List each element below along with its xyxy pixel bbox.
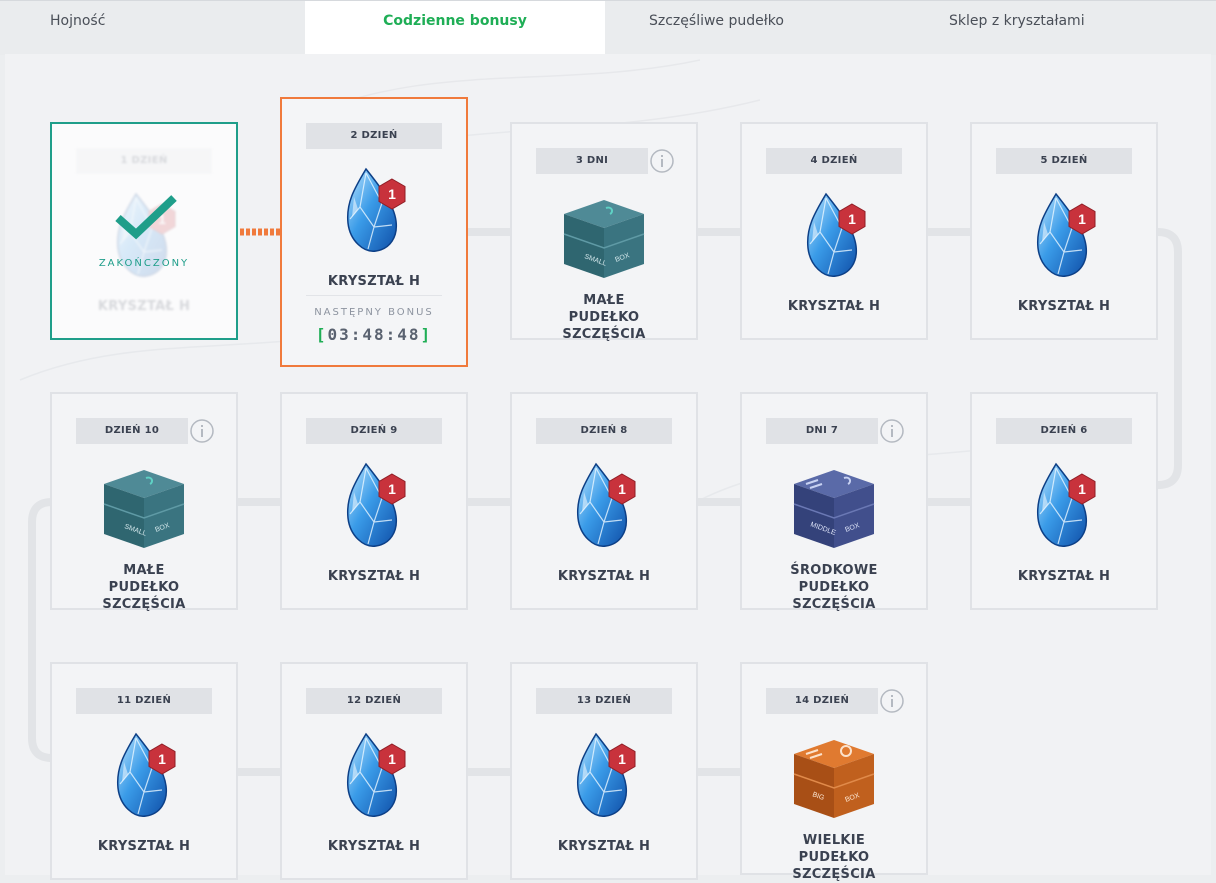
reward-name: KRYSZTAŁ H [97, 299, 191, 314]
reward-name: WIELKIE PUDEŁKO SZCZĘŚCIA [792, 833, 876, 882]
tab-crystal-shop[interactable]: Sklep z kryształami [949, 1, 1085, 55]
crystal-icon [324, 167, 424, 257]
reward-name: KRYSZTAŁ H [787, 299, 881, 314]
reward-name: KRYSZTAŁ H [557, 839, 651, 854]
checkmark-icon [115, 195, 177, 240]
day-label: 4 DZIEŃ [766, 148, 902, 174]
day-card-11[interactable]: 11 DZIEŃ KRYSZTAŁ H [50, 662, 238, 880]
tab-generosity[interactable]: Hojność [50, 1, 105, 55]
reward-name: KRYSZTAŁ H [1017, 569, 1111, 584]
day-card-4[interactable]: 4 DZIEŃ KRYSZTAŁ H [740, 122, 928, 340]
day-card-7[interactable]: DNI 7 MIDDLE BOX ŚRODKOWE PUDEŁKO SZCZĘŚ… [740, 392, 928, 612]
day-label: DZIEŃ 10 [76, 418, 188, 444]
reward-name: MAŁE PUDEŁKO SZCZĘŚCIA [102, 563, 186, 612]
day-card-13[interactable]: 13 DZIEŃ KRYSZTAŁ H [510, 662, 698, 880]
day-card-10[interactable]: DZIEŃ 10 SMALL BOX MAŁE PUDEŁKO SZCZĘŚCI… [50, 392, 238, 612]
crystal-icon [1014, 462, 1114, 552]
day-label: 1 DZIEŃ [76, 148, 212, 174]
day-label: 2 DZIEŃ [306, 123, 442, 149]
day-label: 13 DZIEŃ [536, 688, 672, 714]
reward-name: KRYSZTAŁ H [557, 569, 651, 584]
completed-label: ZAKOŃCZONY [98, 258, 190, 269]
crystal-icon [1014, 192, 1114, 282]
big-box-icon: BIG BOX [793, 740, 875, 818]
crystal-icon [554, 462, 654, 552]
tab-lucky-box[interactable]: Szczęśliwe pudełko [649, 1, 784, 55]
timer-value: 03:48:48 [327, 325, 421, 344]
day-label: 14 DZIEŃ [766, 688, 878, 714]
day-label: DZIEŃ 9 [306, 418, 442, 444]
day-label: 12 DZIEŃ [306, 688, 442, 714]
crystal-icon [324, 732, 424, 822]
day-label: 5 DZIEŃ [996, 148, 1132, 174]
day-card-9[interactable]: DZIEŃ 9 KRYSZTAŁ H [280, 392, 468, 610]
day-label: DZIEŃ 8 [536, 418, 672, 444]
next-bonus-timer: [03:48:48] [315, 325, 433, 344]
crystal-icon [94, 732, 194, 822]
day-card-1[interactable]: 1 DZIEŃ KRYSZTAŁ H ZAKOŃCZONY [50, 122, 238, 340]
crystal-icon [784, 192, 884, 282]
info-icon[interactable] [880, 689, 904, 713]
divider [306, 295, 442, 296]
reward-name: KRYSZTAŁ H [327, 839, 421, 854]
day-card-5[interactable]: 5 DZIEŃ KRYSZTAŁ H [970, 122, 1158, 340]
reward-name: KRYSZTAŁ H [1017, 299, 1111, 314]
crystal-icon [554, 732, 654, 822]
small-box-icon: SMALL BOX [563, 200, 645, 278]
day-label: DNI 7 [766, 418, 878, 444]
reward-name: KRYSZTAŁ H [327, 569, 421, 584]
day-label: 3 DNI [536, 148, 648, 174]
day-card-6[interactable]: DZIEŃ 6 KRYSZTAŁ H [970, 392, 1158, 610]
day-card-8[interactable]: DZIEŃ 8 KRYSZTAŁ H [510, 392, 698, 610]
crystal-icon [324, 462, 424, 552]
small-box-icon: SMALL BOX [103, 470, 185, 548]
reward-name: KRYSZTAŁ H [97, 839, 191, 854]
info-icon[interactable] [190, 419, 214, 443]
tab-bar: Hojność Codzienne bonusy Szczęśliwe pude… [0, 0, 1216, 55]
day-card-3[interactable]: 3 DNI SMALL BOX MAŁE PUDEŁKO SZCZĘŚCIA [510, 122, 698, 342]
tab-daily-bonuses[interactable]: Codzienne bonusy [305, 1, 605, 55]
info-icon[interactable] [650, 149, 674, 173]
reward-name: MAŁE PUDEŁKO SZCZĘŚCIA [562, 293, 646, 342]
day-card-12[interactable]: 12 DZIEŃ KRYSZTAŁ H [280, 662, 468, 880]
middle-box-icon: MIDDLE BOX [793, 470, 875, 548]
reward-name: ŚRODKOWE PUDEŁKO SZCZĘŚCIA [790, 563, 878, 612]
day-label: DZIEŃ 6 [996, 418, 1132, 444]
info-icon[interactable] [880, 419, 904, 443]
day-label: 11 DZIEŃ [76, 688, 212, 714]
day-card-14[interactable]: 14 DZIEŃ BIG BOX WIELKIE PUDEŁKO SZCZĘŚC… [740, 662, 928, 882]
reward-name: KRYSZTAŁ H [327, 274, 421, 289]
day-card-2[interactable]: 2 DZIEŃ KRYSZTAŁ H NASTĘPNY BONUS [03:48… [280, 97, 468, 367]
next-bonus-label: NASTĘPNY BONUS [314, 307, 434, 318]
